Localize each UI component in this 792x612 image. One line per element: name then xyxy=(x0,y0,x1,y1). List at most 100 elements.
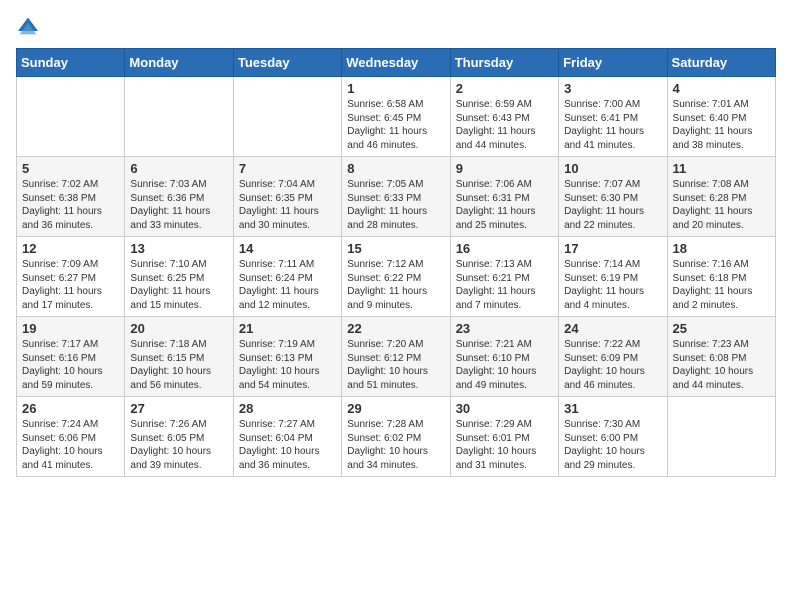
day-number: 7 xyxy=(239,161,336,176)
day-info: Sunrise: 7:22 AM Sunset: 6:09 PM Dayligh… xyxy=(564,338,661,392)
day-header-monday: Monday xyxy=(125,49,233,77)
calendar-cell: 23 Sunrise: 7:21 AM Sunset: 6:10 PM Dayli… xyxy=(450,317,558,397)
calendar-cell: 31Sunrise: 7:30 AM Sunset: 6:00 PM Dayli… xyxy=(559,397,667,477)
day-number: 21 xyxy=(239,321,336,336)
day-number: 17 xyxy=(564,241,661,256)
day-info: Sunrise: 7:16 AM Sunset: 6:18 PM Dayligh… xyxy=(673,258,770,312)
calendar-cell: 25 Sunrise: 7:23 AM Sunset: 6:08 PM Dayli… xyxy=(667,317,775,397)
calendar-cell: 18 Sunrise: 7:16 AM Sunset: 6:18 PM Dayli… xyxy=(667,237,775,317)
calendar-cell: 24 Sunrise: 7:22 AM Sunset: 6:09 PM Dayli… xyxy=(559,317,667,397)
day-info: Sunrise: 7:19 AM Sunset: 6:13 PM Dayligh… xyxy=(239,338,336,392)
day-number: 16 xyxy=(456,241,553,256)
day-info: Sunrise: 6:58 AM Sunset: 6:45 PM Dayligh… xyxy=(347,98,444,152)
calendar-cell: 5Sunrise: 7:02 AM Sunset: 6:38 PM Daylig… xyxy=(17,157,125,237)
calendar-cell: 28 Sunrise: 7:27 AM Sunset: 6:04 PM Dayli… xyxy=(233,397,341,477)
calendar-cell: 19Sunrise: 7:17 AM Sunset: 6:16 PM Dayli… xyxy=(17,317,125,397)
day-number: 18 xyxy=(673,241,770,256)
calendar-cell xyxy=(667,397,775,477)
day-number: 24 xyxy=(564,321,661,336)
calendar-cell xyxy=(17,77,125,157)
calendar-cell: 13 Sunrise: 7:10 AM Sunset: 6:25 PM Dayli… xyxy=(125,237,233,317)
day-info: Sunrise: 7:00 AM Sunset: 6:41 PM Dayligh… xyxy=(564,98,661,152)
calendar-cell: 6 Sunrise: 7:03 AM Sunset: 6:36 PM Daylig… xyxy=(125,157,233,237)
day-number: 29 xyxy=(347,401,444,416)
day-info: Sunrise: 7:12 AM Sunset: 6:22 PM Dayligh… xyxy=(347,258,444,312)
day-header-tuesday: Tuesday xyxy=(233,49,341,77)
day-info: Sunrise: 7:13 AM Sunset: 6:21 PM Dayligh… xyxy=(456,258,553,312)
day-header-sunday: Sunday xyxy=(17,49,125,77)
day-number: 8 xyxy=(347,161,444,176)
logo-icon xyxy=(16,16,40,36)
day-number: 14 xyxy=(239,241,336,256)
calendar-cell: 30Sunrise: 7:29 AM Sunset: 6:01 PM Dayli… xyxy=(450,397,558,477)
calendar-cell: 2 Sunrise: 6:59 AM Sunset: 6:43 PM Daylig… xyxy=(450,77,558,157)
calendar-cell: 12 Sunrise: 7:09 AM Sunset: 6:27 PM Dayli… xyxy=(17,237,125,317)
day-info: Sunrise: 7:21 AM Sunset: 6:10 PM Dayligh… xyxy=(456,338,553,392)
calendar-cell: 9 Sunrise: 7:06 AM Sunset: 6:31 PM Daylig… xyxy=(450,157,558,237)
day-info: Sunrise: 7:23 AM Sunset: 6:08 PM Dayligh… xyxy=(673,338,770,392)
day-info: Sunrise: 7:14 AM Sunset: 6:19 PM Dayligh… xyxy=(564,258,661,312)
calendar-cell: 11Sunrise: 7:08 AM Sunset: 6:28 PM Dayli… xyxy=(667,157,775,237)
day-header-friday: Friday xyxy=(559,49,667,77)
day-info: Sunrise: 7:11 AM Sunset: 6:24 PM Dayligh… xyxy=(239,258,336,312)
day-number: 27 xyxy=(130,401,227,416)
calendar-cell: 10 Sunrise: 7:07 AM Sunset: 6:30 PM Dayli… xyxy=(559,157,667,237)
calendar-cell: 7 Sunrise: 7:04 AM Sunset: 6:35 PM Daylig… xyxy=(233,157,341,237)
calendar-cell: 1 Sunrise: 6:58 AM Sunset: 6:45 PM Daylig… xyxy=(342,77,450,157)
logo xyxy=(16,16,44,36)
calendar-cell: 29Sunrise: 7:28 AM Sunset: 6:02 PM Dayli… xyxy=(342,397,450,477)
day-info: Sunrise: 7:02 AM Sunset: 6:38 PM Dayligh… xyxy=(22,178,119,232)
day-header-wednesday: Wednesday xyxy=(342,49,450,77)
day-number: 11 xyxy=(673,161,770,176)
week-row-5: 26 Sunrise: 7:24 AM Sunset: 6:06 PM Dayli… xyxy=(17,397,776,477)
calendar-cell: 3 Sunrise: 7:00 AM Sunset: 6:41 PM Daylig… xyxy=(559,77,667,157)
day-info: Sunrise: 7:27 AM Sunset: 6:04 PM Dayligh… xyxy=(239,418,336,472)
calendar-cell: 21 Sunrise: 7:19 AM Sunset: 6:13 PM Dayli… xyxy=(233,317,341,397)
calendar-cell: 26 Sunrise: 7:24 AM Sunset: 6:06 PM Dayli… xyxy=(17,397,125,477)
day-info: Sunrise: 7:03 AM Sunset: 6:36 PM Dayligh… xyxy=(130,178,227,232)
day-number: 4 xyxy=(673,81,770,96)
day-number: 31 xyxy=(564,401,661,416)
day-info: Sunrise: 7:06 AM Sunset: 6:31 PM Dayligh… xyxy=(456,178,553,232)
day-number: 1 xyxy=(347,81,444,96)
day-info: Sunrise: 7:07 AM Sunset: 6:30 PM Dayligh… xyxy=(564,178,661,232)
day-number: 20 xyxy=(130,321,227,336)
calendar-header-row: SundayMondayTuesdayWednesdayThursdayFrid… xyxy=(17,49,776,77)
day-header-saturday: Saturday xyxy=(667,49,775,77)
week-row-3: 12 Sunrise: 7:09 AM Sunset: 6:27 PM Dayli… xyxy=(17,237,776,317)
calendar-cell xyxy=(125,77,233,157)
day-number: 23 xyxy=(456,321,553,336)
calendar-cell: 20Sunrise: 7:18 AM Sunset: 6:15 PM Dayli… xyxy=(125,317,233,397)
day-number: 6 xyxy=(130,161,227,176)
day-info: Sunrise: 7:26 AM Sunset: 6:05 PM Dayligh… xyxy=(130,418,227,472)
day-number: 3 xyxy=(564,81,661,96)
day-info: Sunrise: 7:20 AM Sunset: 6:12 PM Dayligh… xyxy=(347,338,444,392)
day-number: 9 xyxy=(456,161,553,176)
calendar-cell: 16 Sunrise: 7:13 AM Sunset: 6:21 PM Dayli… xyxy=(450,237,558,317)
calendar-cell: 8 Sunrise: 7:05 AM Sunset: 6:33 PM Daylig… xyxy=(342,157,450,237)
day-number: 12 xyxy=(22,241,119,256)
day-number: 25 xyxy=(673,321,770,336)
day-number: 2 xyxy=(456,81,553,96)
day-info: Sunrise: 6:59 AM Sunset: 6:43 PM Dayligh… xyxy=(456,98,553,152)
calendar-cell: 14 Sunrise: 7:11 AM Sunset: 6:24 PM Dayli… xyxy=(233,237,341,317)
day-number: 10 xyxy=(564,161,661,176)
day-info: Sunrise: 7:09 AM Sunset: 6:27 PM Dayligh… xyxy=(22,258,119,312)
day-info: Sunrise: 7:01 AM Sunset: 6:40 PM Dayligh… xyxy=(673,98,770,152)
calendar-cell: 22 Sunrise: 7:20 AM Sunset: 6:12 PM Dayli… xyxy=(342,317,450,397)
calendar-cell: 27 Sunrise: 7:26 AM Sunset: 6:05 PM Dayli… xyxy=(125,397,233,477)
day-info: Sunrise: 7:04 AM Sunset: 6:35 PM Dayligh… xyxy=(239,178,336,232)
calendar-cell: 17 Sunrise: 7:14 AM Sunset: 6:19 PM Dayli… xyxy=(559,237,667,317)
day-info: Sunrise: 7:24 AM Sunset: 6:06 PM Dayligh… xyxy=(22,418,119,472)
day-number: 13 xyxy=(130,241,227,256)
day-number: 26 xyxy=(22,401,119,416)
calendar: SundayMondayTuesdayWednesdayThursdayFrid… xyxy=(16,48,776,477)
day-number: 15 xyxy=(347,241,444,256)
day-info: Sunrise: 7:10 AM Sunset: 6:25 PM Dayligh… xyxy=(130,258,227,312)
day-number: 22 xyxy=(347,321,444,336)
day-info: Sunrise: 7:05 AM Sunset: 6:33 PM Dayligh… xyxy=(347,178,444,232)
calendar-cell: 4 Sunrise: 7:01 AM Sunset: 6:40 PM Daylig… xyxy=(667,77,775,157)
day-number: 28 xyxy=(239,401,336,416)
day-info: Sunrise: 7:29 AM Sunset: 6:01 PM Dayligh… xyxy=(456,418,553,472)
day-info: Sunrise: 7:17 AM Sunset: 6:16 PM Dayligh… xyxy=(22,338,119,392)
